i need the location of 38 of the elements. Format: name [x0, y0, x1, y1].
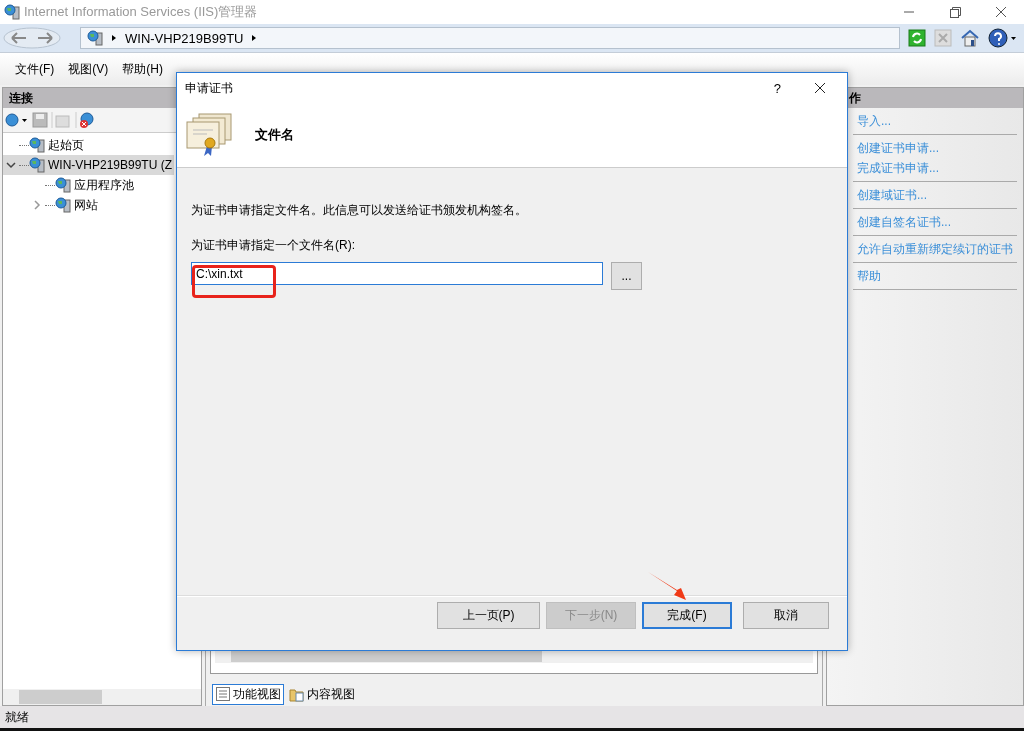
- server-icon: [87, 30, 103, 46]
- menu-item[interactable]: 文件(F): [8, 60, 62, 78]
- browse-button[interactable]: ...: [611, 262, 642, 290]
- status-text: 就绪: [0, 706, 1024, 728]
- help-button[interactable]: ?: [773, 80, 781, 96]
- node-icon: [29, 157, 45, 173]
- field-label: 为证书申请指定一个文件名(R):: [191, 237, 356, 254]
- view-tab[interactable]: 内容视图: [286, 683, 358, 705]
- address-bar[interactable]: WIN-VHP219B99TU: [80, 27, 900, 49]
- dialog-button[interactable]: 完成(F): [642, 602, 732, 629]
- certificate-icon: [185, 112, 233, 158]
- dialog-button[interactable]: 取消: [743, 602, 829, 629]
- home-icon[interactable]: [960, 29, 980, 47]
- description-text: 为证书申请指定文件名。此信息可以发送给证书颁发机构签名。: [191, 202, 528, 219]
- disconnect-icon[interactable]: [75, 112, 97, 128]
- node-icon: [29, 137, 45, 153]
- back-forward-icon[interactable]: [2, 26, 62, 50]
- dialog-heading: 文件名: [255, 126, 294, 144]
- view-tab[interactable]: 功能视图: [212, 683, 284, 705]
- refresh-icon[interactable]: [908, 29, 926, 47]
- grid-icon: [215, 686, 231, 702]
- tree-item[interactable]: 起始页: [3, 135, 86, 155]
- tree-item[interactable]: WIN-VHP219B99TU (Z: [3, 155, 175, 175]
- app-icon: [4, 4, 20, 20]
- node-icon: [55, 177, 71, 193]
- node-icon: [55, 197, 71, 213]
- connect-icon[interactable]: [5, 112, 29, 128]
- help-icon[interactable]: [988, 28, 1018, 48]
- horizontal-scrollbar[interactable]: [3, 689, 201, 705]
- file-name-field[interactable]: C:\xin.txt: [191, 262, 603, 285]
- tree-item[interactable]: 应用程序池: [3, 175, 136, 195]
- breadcrumb[interactable]: WIN-VHP219B99TU: [125, 30, 244, 46]
- save-icon[interactable]: [31, 112, 49, 128]
- menu-item[interactable]: 帮助(H): [115, 60, 170, 78]
- tree-item[interactable]: 网站: [3, 195, 100, 215]
- window-title: Internet Information Services (IIS)管理器: [24, 3, 258, 21]
- menu-item[interactable]: 视图(V): [61, 60, 116, 78]
- dialog-button[interactable]: 上一页(P): [437, 602, 540, 629]
